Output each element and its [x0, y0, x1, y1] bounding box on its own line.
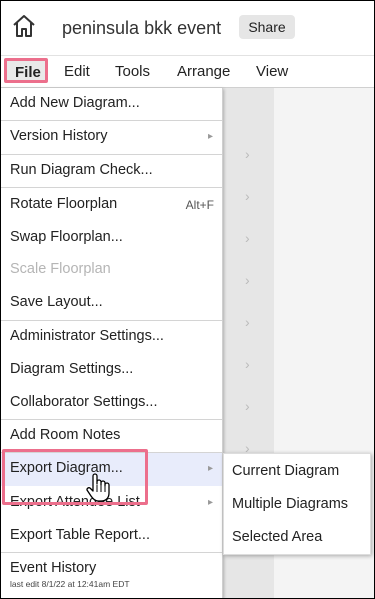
menu-item-scale-floorplan: Scale Floorplan [10, 261, 111, 277]
chevron-right-icon[interactable]: › [245, 314, 255, 330]
chevron-right-icon[interactable]: › [245, 440, 255, 456]
submenu-item-current-diagram[interactable]: Current Diagram [232, 463, 339, 479]
menu-divider [1, 552, 222, 553]
menu-item-save-layout[interactable]: Save Layout... [1, 294, 222, 314]
menubar: File Edit Tools Arrange View [1, 56, 374, 88]
menu-item-diagram-settings[interactable]: Diagram Settings... [1, 361, 222, 381]
hand-cursor-icon [86, 473, 110, 502]
app-header: peninsula bkk event Share [1, 1, 374, 56]
menu-item-rotate-floorplan[interactable]: Rotate Floorplan Alt+F [1, 196, 222, 216]
home-icon[interactable] [11, 13, 37, 39]
menu-divider [1, 187, 222, 188]
menu-file-label: File [15, 64, 41, 81]
menu-item-add-new-diagram[interactable]: Add New Diagram... [1, 95, 222, 115]
document-title: peninsula bkk event [62, 18, 222, 38]
menu-edit[interactable]: Edit [64, 63, 90, 80]
chevron-right-icon[interactable]: › [245, 398, 255, 414]
menu-arrange[interactable]: Arrange [177, 63, 230, 80]
menu-item-export-attendee-list[interactable]: Export Attendee List ▸ [1, 494, 222, 514]
menu-item-swap-floorplan[interactable]: Swap Floorplan... [1, 229, 222, 249]
menu-divider [1, 419, 222, 420]
last-edit-text: last edit 8/1/22 at 12:41am EDT [10, 579, 130, 589]
menu-item-export-table-report[interactable]: Export Table Report... [1, 527, 222, 547]
menu-item-add-room-notes[interactable]: Add Room Notes [1, 427, 222, 447]
menu-item-export-diagram[interactable]: Export Diagram... ▸ [1, 453, 222, 486]
menu-divider [1, 320, 222, 321]
menu-item-version-history[interactable]: Version History ▸ [1, 128, 222, 148]
chevron-right-icon[interactable]: › [245, 188, 255, 204]
chevron-right-icon[interactable]: › [245, 230, 255, 246]
chevron-right-icon[interactable]: › [245, 272, 255, 288]
menu-item-event-history[interactable]: Event History last edit 8/1/22 at 12:41a… [1, 560, 222, 594]
submenu-item-selected-area[interactable]: Selected Area [232, 529, 322, 545]
app-window: peninsula bkk event Share File Edit Tool… [0, 0, 375, 599]
menu-divider [1, 154, 222, 155]
shortcut-label: Alt+F [185, 198, 214, 212]
menu-file[interactable]: File [4, 58, 48, 83]
menu-tools[interactable]: Tools [115, 63, 150, 80]
menu-view[interactable]: View [256, 63, 288, 80]
file-menu-dropdown: Add New Diagram... Version History ▸ Run… [1, 88, 223, 598]
share-button[interactable]: Share [239, 15, 295, 39]
submenu-arrow-icon: ▸ [207, 463, 213, 474]
menu-item-administrator-settings[interactable]: Administrator Settings... [1, 328, 222, 348]
submenu-item-multiple-diagrams[interactable]: Multiple Diagrams [232, 496, 348, 512]
submenu-arrow-icon: ▸ [207, 131, 213, 142]
menu-item-collaborator-settings[interactable]: Collaborator Settings... [1, 394, 222, 414]
menu-divider [1, 120, 222, 121]
export-diagram-submenu: Current Diagram Multiple Diagrams Select… [223, 453, 371, 555]
submenu-arrow-icon: ▸ [207, 497, 213, 508]
menu-item-run-diagram-check[interactable]: Run Diagram Check... [1, 162, 222, 182]
chevron-right-icon[interactable]: › [245, 146, 255, 162]
chevron-right-icon[interactable]: › [245, 356, 255, 372]
